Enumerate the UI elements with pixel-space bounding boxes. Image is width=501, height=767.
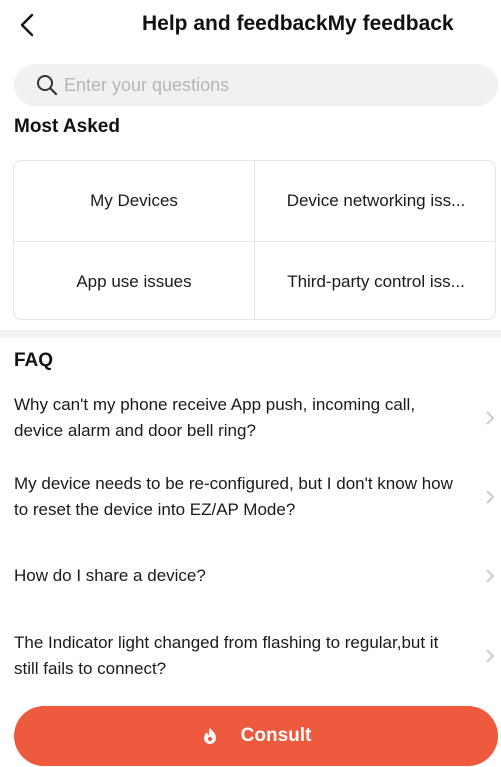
consult-label: Consult [240,725,312,746]
chevron-right-icon [486,411,495,425]
chevron-left-icon [20,13,34,37]
search-bar[interactable] [14,64,498,106]
most-asked-label: Third-party control iss... [287,271,465,291]
most-asked-my-devices[interactable]: My Devices [14,161,254,241]
most-asked-label: App use issues [76,271,192,291]
faq-question: Why can't my phone receive App push, inc… [14,395,416,440]
faq-item[interactable]: How do I share a device? [14,563,501,589]
most-asked-heading: Most Asked [14,116,120,137]
faq-item[interactable]: Why can't my phone receive App push, inc… [14,392,501,444]
flame-icon [203,728,216,744]
header-title-group: Help and feedbackMy feedback [142,12,454,36]
most-asked-third-party-control[interactable]: Third-party control iss... [254,241,495,319]
section-divider [0,330,501,338]
header-bar: Help and feedbackMy feedback [0,0,501,52]
back-button[interactable] [12,8,42,42]
search-icon [37,75,58,96]
most-asked-grid: My Devices Device networking iss... App … [13,160,496,320]
most-asked-label: My Devices [90,191,178,210]
chevron-right-icon [486,649,495,663]
chevron-right-icon [486,490,495,504]
faq-heading: FAQ [14,350,54,371]
faq-question: How do I share a device? [14,566,206,585]
my-feedback-link[interactable]: My feedback [328,12,454,35]
most-asked-label: Device networking iss... [286,191,466,210]
page-title: Help and feedback [142,12,328,35]
chevron-right-icon [486,569,495,583]
faq-question: The Indicator light changed from flashin… [14,633,439,678]
help-feedback-page: Help and feedbackMy feedback Most Asked … [0,0,501,767]
faq-item[interactable]: The Indicator light changed from flashin… [14,630,501,682]
search-input[interactable] [64,74,444,96]
consult-button[interactable]: Consult [14,706,498,766]
most-asked-app-use[interactable]: App use issues [14,241,254,319]
faq-item[interactable]: My device needs to be re-configured, but… [14,471,501,523]
faq-question: My device needs to be re-configured, but… [14,474,453,519]
most-asked-device-networking[interactable]: Device networking iss... [254,161,495,241]
